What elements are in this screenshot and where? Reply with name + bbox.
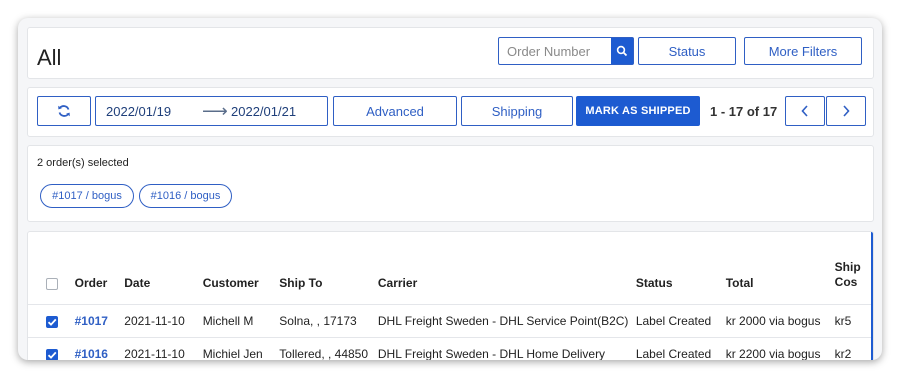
customer-name: Michiel Jen xyxy=(202,337,280,360)
row-checkbox[interactable] xyxy=(46,315,58,328)
order-total: kr 2000 via bogus xyxy=(725,304,835,338)
column-header-date[interactable]: Date xyxy=(124,232,202,305)
header-panel: All Status More Filters xyxy=(27,27,874,79)
customer-name: Michell M xyxy=(202,304,280,338)
refresh-icon xyxy=(58,105,70,117)
date-range-picker[interactable]: 2022/01/19 ⟶ 2022/01/21 xyxy=(95,96,328,126)
date-to[interactable]: 2022/01/21 xyxy=(231,104,296,119)
column-header-customer[interactable]: Customer xyxy=(203,232,280,305)
ship-cost: kr5 xyxy=(834,304,873,338)
toolbar-panel: 2022/01/19 ⟶ 2022/01/21 Advanced Shippin… xyxy=(27,87,874,137)
selected-order-chip[interactable]: #1017 / bogus xyxy=(40,184,134,208)
status-filter-button[interactable]: Status xyxy=(638,37,736,65)
ship-to: Solna, , 17173 xyxy=(279,304,378,338)
next-page-button[interactable] xyxy=(826,96,866,126)
chevron-left-icon xyxy=(801,105,808,117)
shipping-button[interactable]: Shipping xyxy=(461,96,573,126)
column-header-total[interactable]: Total xyxy=(726,232,835,305)
ship-to: Tollered, , 44850 xyxy=(279,337,378,360)
ship-cost: kr2 xyxy=(834,337,873,360)
selected-order-chip[interactable]: #1016 / bogus xyxy=(139,184,232,208)
order-status: Label Created xyxy=(635,304,726,338)
ship-cost-header-line1: Ship xyxy=(834,260,861,274)
order-link[interactable]: #1017 xyxy=(74,304,125,338)
search-icon xyxy=(616,45,628,57)
advanced-button[interactable]: Advanced xyxy=(333,96,457,126)
selected-count: 2 order(s) selected xyxy=(37,157,129,169)
ship-cost-header-line2: Cos xyxy=(834,275,858,289)
order-status: Label Created xyxy=(635,337,726,360)
checkmark-icon xyxy=(47,351,57,359)
prev-page-button[interactable] xyxy=(785,96,825,126)
column-header-status[interactable]: Status xyxy=(636,232,726,305)
column-header-order[interactable]: Order xyxy=(75,232,125,305)
orders-table-panel: Order Date Customer Ship To Carrier Stat… xyxy=(27,231,874,360)
orders-table: Order Date Customer Ship To Carrier Stat… xyxy=(28,232,873,360)
order-search xyxy=(498,37,634,65)
order-link[interactable]: #1016 xyxy=(74,337,125,360)
page-title: All xyxy=(37,45,62,70)
column-header-carrier[interactable]: Carrier xyxy=(378,232,636,305)
more-filters-button[interactable]: More Filters xyxy=(744,37,862,65)
row-checkbox[interactable] xyxy=(46,348,58,360)
carrier: DHL Freight Sweden - DHL Home Delivery xyxy=(377,337,636,360)
table-header-row: Order Date Customer Ship To Carrier Stat… xyxy=(28,232,873,305)
date-from[interactable]: 2022/01/19 xyxy=(106,104,171,119)
order-total: kr 2200 via bogus xyxy=(725,337,835,360)
refresh-button[interactable] xyxy=(37,96,91,126)
column-header-ship-to[interactable]: Ship To xyxy=(279,232,378,305)
date-range-arrow-icon: ⟶ xyxy=(202,101,228,121)
checkmark-icon xyxy=(47,318,57,326)
horizontal-scroll-indicator[interactable] xyxy=(871,232,873,360)
chevron-right-icon xyxy=(843,105,850,117)
selection-panel: 2 order(s) selected #1017 / bogus #1016 … xyxy=(27,145,874,222)
select-all-checkbox[interactable] xyxy=(46,277,58,290)
order-date: 2021-11-10 xyxy=(124,304,203,338)
search-button[interactable] xyxy=(611,38,633,64)
carrier: DHL Freight Sweden - DHL Service Point(B… xyxy=(377,304,636,338)
column-header-ship-cost[interactable]: Ship Cos xyxy=(835,232,873,305)
order-date: 2021-11-10 xyxy=(124,337,203,360)
table-row[interactable]: #1017 2021-11-10 Michell M Solna, , 1717… xyxy=(28,304,873,338)
table-row[interactable]: #1016 2021-11-10 Michiel Jen Tollered, ,… xyxy=(28,337,873,360)
mark-as-shipped-button[interactable]: MARK AS SHIPPED xyxy=(576,96,700,126)
app-window: All Status More Filters 2022/01/19 xyxy=(18,18,882,360)
pagination-summary: 1 - 17 of 17 xyxy=(710,104,778,119)
order-number-input[interactable] xyxy=(499,38,627,64)
